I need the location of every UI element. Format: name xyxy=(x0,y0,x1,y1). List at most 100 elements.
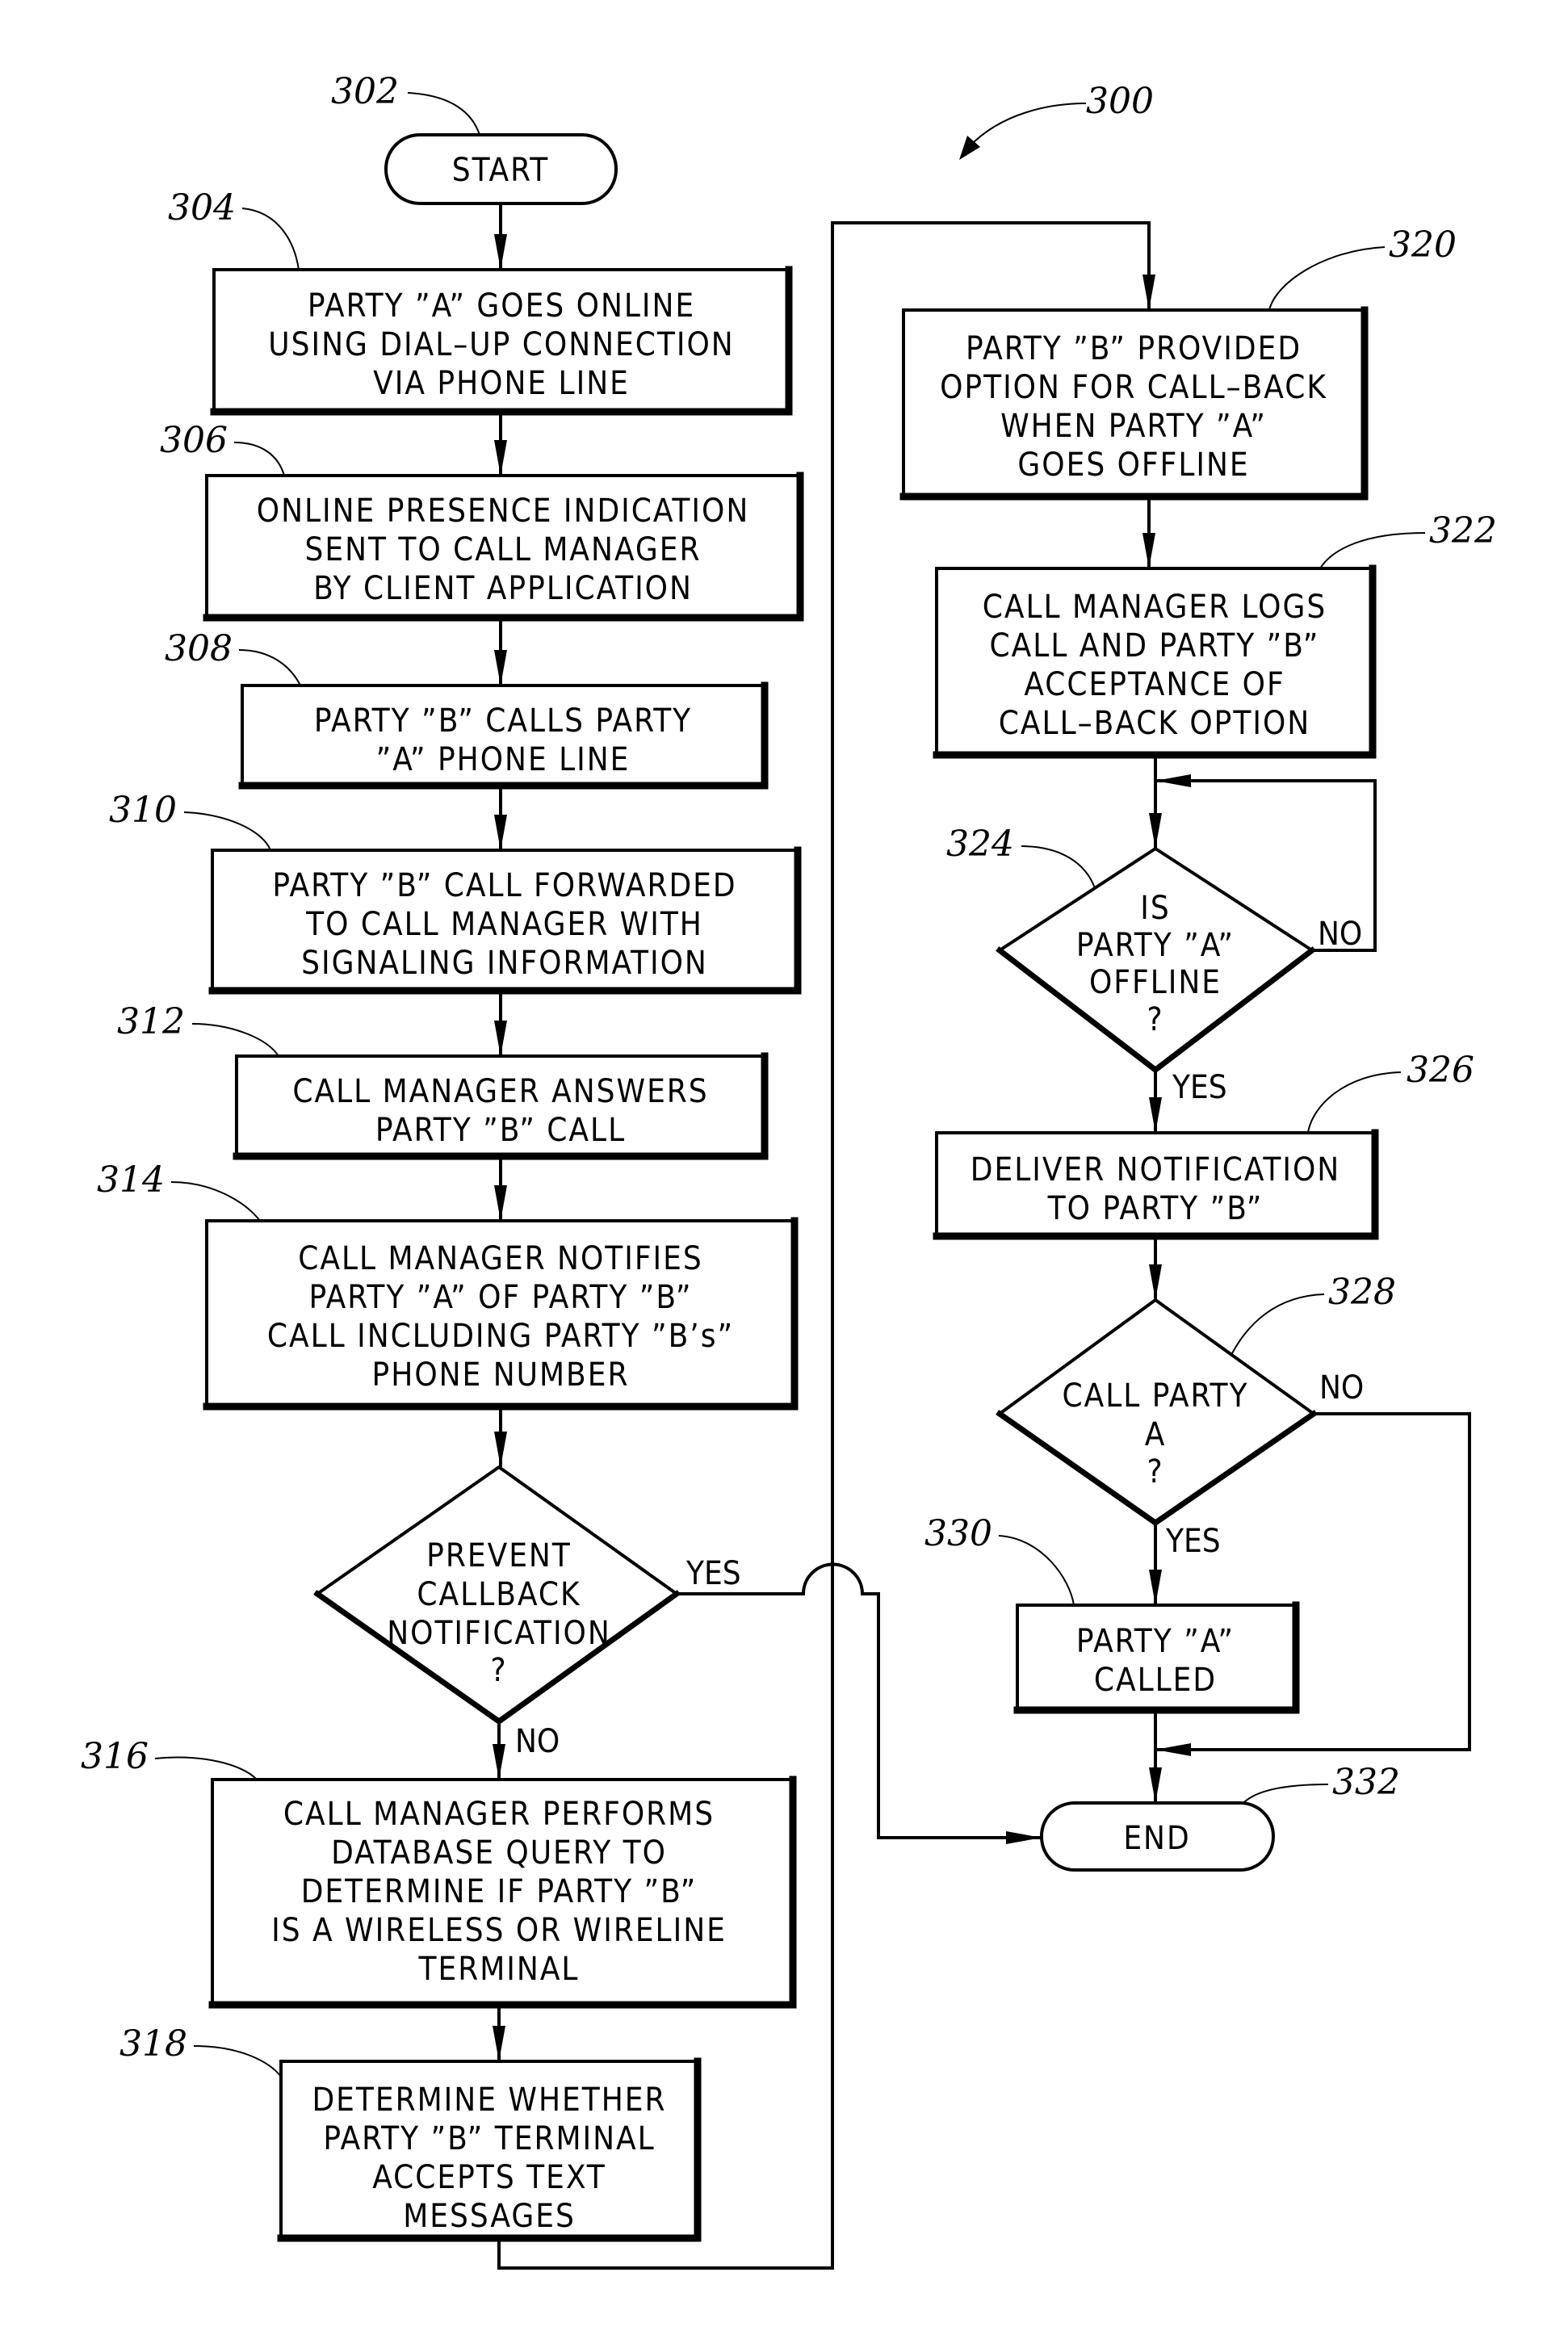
arrowhead xyxy=(494,650,507,685)
node-318: DETERMINE WHETHER PARTY ”B” TERMINAL ACCEP… xyxy=(277,2057,702,2242)
arrowhead xyxy=(493,2026,505,2061)
node-text: PREVENT xyxy=(426,1537,572,1574)
node-322: CALL MANAGER LOGS CALL AND PARTY ”B” ACCEP… xyxy=(933,564,1377,759)
ref-label: 328 xyxy=(1328,1272,1396,1313)
decision-prevent-callback: PREVENT CALLBACK NOTIFICATION? xyxy=(313,1465,681,1725)
node-text: SIGNALING INFORMATION xyxy=(301,945,708,982)
branch-label-yes: YES xyxy=(1172,1069,1227,1106)
node-text: PARTY ”A” xyxy=(1076,1623,1235,1660)
ref-label: 306 xyxy=(160,420,228,461)
node-text: PARTY ”A” GOES ONLINE xyxy=(308,287,695,325)
node-text: ? xyxy=(1147,1001,1163,1038)
decision-328: CALL PARTY A? xyxy=(996,1298,1318,1527)
node-text: MESSAGES xyxy=(403,2198,576,2235)
node-text: DETERMINE IF PARTY ”B” xyxy=(301,1873,698,1910)
ref-label: 312 xyxy=(117,1001,185,1042)
ref-label: 310 xyxy=(109,790,177,831)
ref-label: 302 xyxy=(331,71,399,112)
arrowhead xyxy=(1149,1767,1162,1803)
ref-label: 304 xyxy=(168,187,236,228)
node-start: START xyxy=(384,133,618,205)
node-text: WHEN PARTY ”A” xyxy=(1000,408,1267,445)
arrowhead xyxy=(1006,1831,1042,1844)
node-330: PARTY ”A” CALLED xyxy=(1013,1601,1300,1714)
node-text: IS A WIRELESS OR WIRELINE xyxy=(271,1912,727,1949)
node-text: ACCEPTS TEXT xyxy=(372,2159,606,2196)
svg-text:ONLINE PRESENCE INDICATIONSENT: ONLINE PRESENCE INDICATION SENT TO CALL M… xyxy=(257,493,749,607)
flowchart-300: START PARTY ”A” GOES ONLINE USING DIAL–UP… xyxy=(81,71,1497,2270)
node-304: PARTY ”A” GOES ONLINE USING DIAL–UP CONNE… xyxy=(210,266,793,416)
branch-label-no: NO xyxy=(1318,916,1362,953)
ref-label: 300 xyxy=(1086,81,1154,122)
ref-label: 330 xyxy=(924,1513,992,1554)
node-text: PARTY ”A” OF PARTY ”B” xyxy=(309,1279,693,1316)
node-text: CALL MANAGER PERFORMS xyxy=(283,1796,715,1833)
node-text: PARTY ”B” CALLS PARTY xyxy=(314,702,692,740)
node-text: A xyxy=(1145,1416,1167,1453)
branch-label-yes: YES xyxy=(685,1555,741,1592)
ref-label: 322 xyxy=(1429,510,1497,551)
node-308: PARTY ”B” CALLS PARTY ”A” PHONE LINE xyxy=(238,681,769,790)
arrowhead xyxy=(494,1185,507,1221)
node-text: ONLINE PRESENCE INDICATION xyxy=(257,493,749,530)
ref-label: 308 xyxy=(165,628,233,669)
node-text: PARTY ”B” CALL xyxy=(375,1112,626,1149)
node-text: OPTION FOR CALL–BACK xyxy=(940,369,1327,406)
decision-324: IS PARTY ”A” OFFLINE? xyxy=(996,847,1316,1074)
node-text: CALL–BACK OPTION xyxy=(999,705,1310,742)
node-text: NOTIFICATION xyxy=(387,1615,611,1652)
node-text: CALL MANAGER NOTIFIES xyxy=(298,1240,703,1277)
arrowhead xyxy=(1142,533,1155,568)
node-text: CALL MANAGER LOGS xyxy=(983,589,1327,626)
node-text: OFFLINE xyxy=(1089,964,1222,1001)
node-text: PARTY ”B” TERMINAL xyxy=(323,2120,655,2157)
node-316: CALL MANAGER PERFORMS DATABASE QUERY TO DE… xyxy=(208,1776,797,2009)
ref-label: 318 xyxy=(119,2023,187,2065)
arrowhead xyxy=(494,440,507,476)
node-text: DATABASE QUERY TO xyxy=(331,1834,667,1872)
node-text: ACCEPTANCE OF xyxy=(1024,666,1285,703)
node-326: DELIVER NOTIFICATION TO PARTY ”B” xyxy=(933,1129,1379,1240)
node-312: CALL MANAGER ANSWERS PARTY ”B” CALL xyxy=(233,1052,769,1160)
arrowhead xyxy=(1149,1097,1162,1133)
node-310: PARTY ”B” CALL FORWARDED TO CALL MANAGER … xyxy=(208,846,802,995)
node-text: CALL PARTY xyxy=(1062,1377,1248,1415)
arrowhead xyxy=(494,1021,507,1056)
node-314: CALL MANAGER NOTIFIES PARTY ”A” OF PARTY … xyxy=(203,1217,799,1411)
ref-label: 316 xyxy=(81,1736,149,1777)
arrowhead xyxy=(1155,774,1191,787)
node-text: CALL MANAGER ANSWERS xyxy=(292,1073,708,1110)
arrowhead xyxy=(1149,1570,1162,1605)
arrowhead xyxy=(1142,275,1155,310)
node-text: ? xyxy=(490,1652,507,1689)
node-text: ”A” PHONE LINE xyxy=(376,741,631,778)
branch-label-no: NO xyxy=(1319,1369,1364,1407)
node-320: PARTY ”B” PROVIDED OPTION FOR CALL–BACK WH… xyxy=(899,306,1369,501)
node-text: CALL INCLUDING PARTY ”B’s” xyxy=(267,1318,734,1355)
node-text: ? xyxy=(1147,1453,1163,1490)
node-text: TO CALL MANAGER WITH xyxy=(305,906,703,943)
node-text: TO PARTY ”B” xyxy=(1047,1190,1264,1227)
node-text: DETERMINE WHETHER xyxy=(312,2082,666,2119)
node-text: PARTY ”B” CALL FORWARDED xyxy=(272,867,736,904)
node-text: TERMINAL xyxy=(418,1951,580,1988)
node-text: CALLBACK xyxy=(417,1576,581,1613)
svg-text:START: START xyxy=(452,152,549,189)
node-text: CALL AND PARTY ”B” xyxy=(990,627,1320,665)
arrowhead xyxy=(494,234,507,270)
ref-label: 332 xyxy=(1332,1762,1400,1803)
branch-label-yes: YES xyxy=(1165,1523,1221,1560)
arrowhead xyxy=(1149,1264,1162,1300)
svg-text:PARTY ”B” CALL FORWARDEDTO CAL: PARTY ”B” CALL FORWARDED TO CALL MANAGER … xyxy=(272,867,736,982)
arrowhead xyxy=(1155,1743,1191,1756)
arrowhead xyxy=(1149,813,1162,849)
arrowhead xyxy=(494,815,507,850)
node-text: IS xyxy=(1140,890,1170,927)
ref-label: 326 xyxy=(1407,1050,1474,1091)
svg-text:END: END xyxy=(1123,1820,1190,1857)
node-text: BY CLIENT APPLICATION xyxy=(313,570,693,607)
node-text: SENT TO CALL MANAGER xyxy=(305,531,702,568)
node-text: USING DIAL–UP CONNECTION xyxy=(268,326,734,363)
arrowhead xyxy=(494,1432,507,1467)
node-text: END xyxy=(1123,1820,1190,1857)
